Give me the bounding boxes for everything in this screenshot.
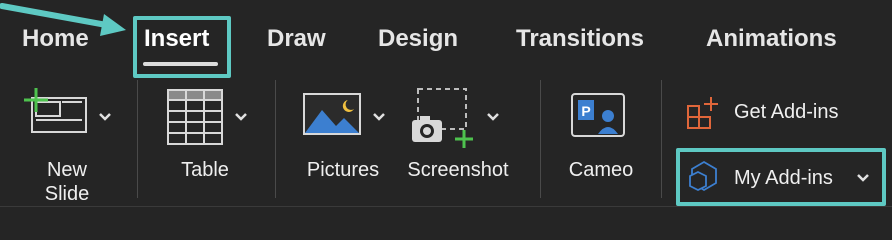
new-slide-label-line2: Slide <box>44 183 90 205</box>
cameo-icon: P <box>571 93 625 137</box>
my-addins-label: My Add-ins <box>734 167 833 189</box>
ribbon-separator <box>137 80 138 198</box>
chevron-down-icon[interactable] <box>372 112 386 122</box>
my-addins-icon <box>689 160 717 192</box>
chevron-down-icon[interactable] <box>486 112 500 122</box>
pictures-icon <box>303 93 361 135</box>
new-slide-icon <box>24 88 87 133</box>
get-addins-label: Get Add-ins <box>734 101 839 123</box>
cameo-button[interactable]: P Cameo <box>558 86 644 196</box>
cameo-label: Cameo <box>568 159 634 181</box>
new-slide-button[interactable]: New Slide <box>18 86 122 205</box>
ribbon-separator <box>275 80 276 198</box>
ribbon-separator <box>540 80 541 198</box>
table-icon <box>167 89 223 145</box>
get-addins-button[interactable]: Get Add-ins <box>686 96 876 130</box>
chevron-down-icon[interactable] <box>234 112 248 122</box>
chevron-down-icon[interactable] <box>98 112 112 122</box>
get-addins-icon <box>687 97 718 129</box>
pictures-label: Pictures <box>306 159 380 181</box>
screenshot-label: Screenshot <box>407 159 509 181</box>
table-button[interactable]: Table <box>160 86 256 196</box>
table-label: Table <box>181 159 229 181</box>
screenshot-icon <box>412 88 473 148</box>
svg-text:P: P <box>581 103 590 119</box>
ribbon-separator <box>661 80 662 198</box>
chevron-down-icon[interactable] <box>856 173 870 183</box>
ribbon-bottom-border <box>0 206 892 207</box>
screenshot-button[interactable]: Screenshot <box>398 86 524 196</box>
pictures-button[interactable]: Pictures <box>298 86 394 196</box>
new-slide-label-line1: New <box>46 159 87 181</box>
my-addins-button[interactable]: My Add-ins <box>686 160 876 196</box>
